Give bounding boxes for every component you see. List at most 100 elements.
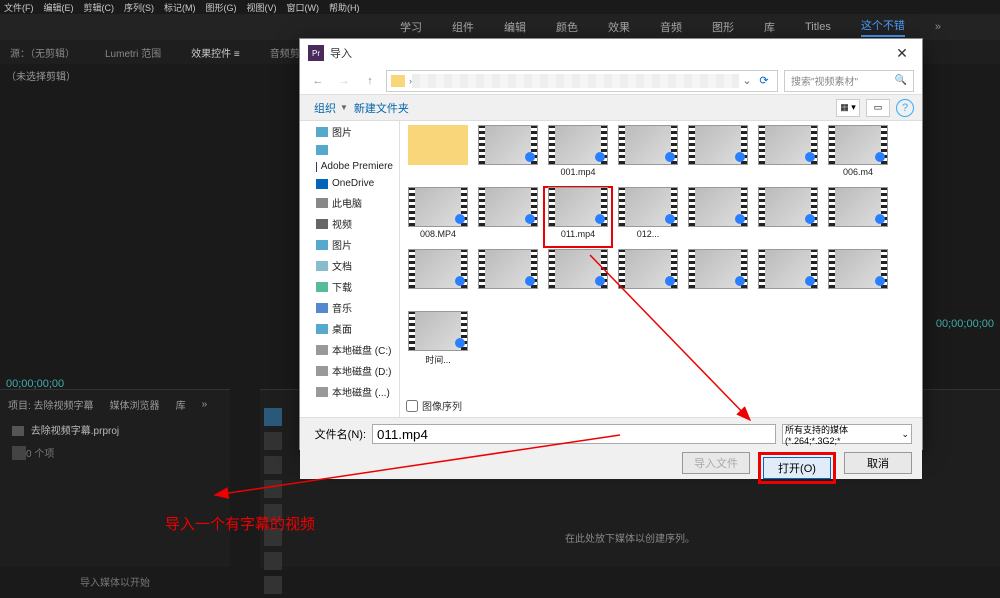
file-item[interactable] — [404, 125, 472, 185]
panel-lumetri[interactable]: Lumetri 范围 — [105, 45, 161, 60]
file-item[interactable] — [684, 187, 752, 247]
menu-view[interactable]: 视图(V) — [247, 1, 277, 14]
folder-thumb — [408, 125, 468, 165]
sidebar-item[interactable]: 图片 — [300, 121, 399, 142]
sidebar-item[interactable]: 文档 — [300, 255, 399, 276]
project-tab[interactable]: 项目: 去除视频字幕 — [8, 397, 94, 412]
menu-help[interactable]: 帮助(H) — [329, 1, 360, 14]
file-item[interactable] — [754, 249, 822, 309]
organize-dropdown-icon[interactable]: ▼ — [340, 103, 348, 112]
sidebar-item[interactable]: 视频 — [300, 213, 399, 234]
ws-audio[interactable]: 音频 — [660, 19, 682, 35]
hand-tool[interactable] — [264, 552, 282, 570]
sidebar-item[interactable]: OneDrive — [300, 175, 399, 192]
ws-effects[interactable]: 效果 — [608, 19, 630, 35]
ws-edit[interactable]: 编辑 — [504, 19, 526, 35]
open-button[interactable]: 打开(O) — [763, 457, 831, 479]
menu-clip[interactable]: 剪辑(C) — [84, 1, 115, 14]
ws-titles[interactable]: Titles — [805, 21, 831, 33]
help-icon[interactable]: ? — [896, 99, 914, 117]
sidebar-item[interactable]: 桌面 — [300, 318, 399, 339]
import-media-hint: 导入媒体以开始 — [0, 574, 230, 589]
organize-button[interactable]: 组织 — [308, 100, 342, 116]
file-label: 008.MP4 — [404, 229, 472, 239]
sidebar-item[interactable] — [300, 142, 399, 158]
media-browser-tab[interactable]: 媒体浏览器 — [110, 397, 160, 412]
file-item[interactable] — [544, 249, 612, 309]
ws-overflow-icon[interactable]: » — [935, 21, 941, 33]
image-sequence-checkbox[interactable]: 图像序列 — [406, 398, 462, 413]
file-item[interactable] — [614, 125, 682, 185]
nav-up-icon[interactable]: ↑ — [360, 71, 380, 91]
sidebar-item[interactable]: 此电脑 — [300, 192, 399, 213]
file-item[interactable]: 001.mp4 — [544, 125, 612, 185]
menu-graphics[interactable]: 图形(G) — [206, 1, 237, 14]
ws-learn[interactable]: 学习 — [400, 19, 422, 35]
sidebar-item-icon — [316, 303, 328, 313]
sidebar-item[interactable]: Adobe Premiere — [300, 158, 399, 175]
sidebar-item[interactable]: 下载 — [300, 276, 399, 297]
file-item[interactable] — [474, 125, 542, 185]
file-item[interactable]: 012... — [614, 187, 682, 247]
file-label: 001.mp4 — [544, 167, 612, 177]
preview-pane-button[interactable]: ▭ — [866, 99, 890, 117]
play-badge-icon — [595, 214, 605, 224]
panel-effect-controls[interactable]: 效果控件 ≡ — [191, 45, 240, 60]
sidebar-item[interactable]: 音乐 — [300, 297, 399, 318]
project-filter-icon[interactable] — [12, 446, 26, 460]
ws-assembly[interactable]: 组件 — [452, 19, 474, 35]
selection-tool[interactable] — [264, 408, 282, 426]
type-tool[interactable] — [264, 576, 282, 594]
razor-tool[interactable] — [264, 480, 282, 498]
file-item[interactable] — [684, 125, 752, 185]
sidebar-item[interactable]: 本地磁盘 (C:) — [300, 339, 399, 360]
ws-library[interactable]: 库 — [764, 19, 775, 35]
sidebar-item[interactable]: 图片 — [300, 234, 399, 255]
library-tab[interactable]: 库 — [176, 397, 186, 412]
file-item[interactable] — [824, 187, 892, 247]
file-item[interactable]: 008.MP4 — [404, 187, 472, 247]
file-item[interactable]: 006.m4 — [824, 125, 892, 185]
file-item[interactable] — [474, 249, 542, 309]
new-folder-button[interactable]: 新建文件夹 — [348, 100, 415, 116]
filetype-select[interactable]: 所有支持的媒体 (*.264;*.3G2;*⌄ — [782, 424, 912, 444]
file-item[interactable] — [754, 187, 822, 247]
refresh-icon[interactable]: ⟳ — [755, 74, 773, 87]
import-folder-button[interactable]: 导入文件 — [682, 452, 750, 474]
panel-source[interactable]: 源：（无剪辑） — [10, 45, 75, 60]
sidebar-item[interactable]: 本地磁盘 (...) — [300, 381, 399, 402]
dialog-sidebar: 图片Adobe PremiereOneDrive此电脑视频图片文档下载音乐桌面本… — [300, 121, 400, 417]
ws-color[interactable]: 颜色 — [556, 19, 578, 35]
search-input[interactable]: 搜索"视频素材" 🔍 — [784, 70, 914, 92]
path-dropdown-icon[interactable]: ⌄ — [739, 74, 755, 87]
filename-input[interactable] — [372, 424, 776, 444]
file-item[interactable]: 011.mp4 — [544, 187, 612, 247]
file-item[interactable] — [684, 249, 752, 309]
view-mode-button[interactable]: ▦ ▾ — [836, 99, 860, 117]
ws-graphics[interactable]: 图形 — [712, 19, 734, 35]
menu-sequence[interactable]: 序列(S) — [124, 1, 154, 14]
file-item[interactable]: 时间... — [404, 311, 472, 371]
ripple-tool[interactable] — [264, 456, 282, 474]
ws-custom-active[interactable]: 这个不错 — [861, 17, 905, 37]
menu-window[interactable]: 窗口(W) — [287, 1, 320, 14]
cancel-button[interactable]: 取消 — [844, 452, 912, 474]
menu-file[interactable]: 文件(F) — [4, 1, 34, 14]
nav-back-icon[interactable]: ← — [308, 71, 328, 91]
sidebar-item[interactable]: 本地磁盘 (D:) — [300, 360, 399, 381]
file-item[interactable] — [474, 187, 542, 247]
video-thumb — [828, 125, 888, 165]
sidebar-item-icon — [316, 282, 328, 292]
file-item[interactable] — [404, 249, 472, 309]
file-item[interactable] — [614, 249, 682, 309]
menu-marker[interactable]: 标记(M) — [164, 1, 196, 14]
track-select-tool[interactable] — [264, 432, 282, 450]
menu-edit[interactable]: 编辑(E) — [44, 1, 74, 14]
project-overflow-icon[interactable]: » — [202, 399, 208, 410]
file-item[interactable] — [824, 249, 892, 309]
close-icon[interactable]: ✕ — [890, 41, 914, 65]
nav-forward-icon[interactable]: → — [334, 71, 354, 91]
path-bar[interactable]: › ⌄ ⟳ — [386, 70, 778, 92]
seq-checkbox-input[interactable] — [406, 400, 418, 412]
file-item[interactable] — [754, 125, 822, 185]
